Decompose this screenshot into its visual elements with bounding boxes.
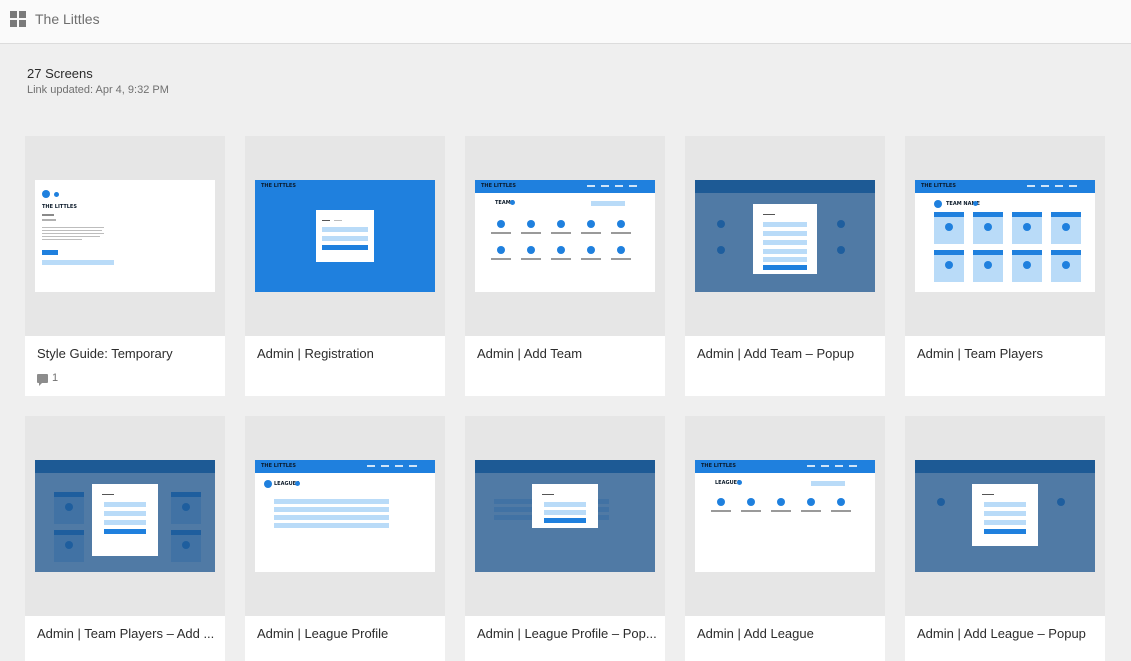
- screen-card-add-team-popup[interactable]: Admin | Add Team – Popup: [685, 136, 885, 396]
- link-updated-text: Link updated: Apr 4, 9:32 PM: [27, 84, 169, 96]
- screen-thumbnail: [475, 460, 655, 572]
- screen-title: Admin | Team Players – Add ...: [37, 626, 215, 641]
- screen-title: Style Guide: Temporary: [37, 346, 173, 361]
- comment-count-value: 1: [52, 372, 59, 384]
- screen-title: Admin | League Profile: [257, 626, 389, 641]
- screen-thumbnail: THE LITTLES: [255, 180, 435, 292]
- screen-card-registration[interactable]: THE LITTLES Admin | Registration: [245, 136, 445, 396]
- screen-title: Admin | Add League: [697, 626, 814, 641]
- screen-title: Admin | Add League – Popup: [917, 626, 1086, 641]
- screen-thumbnail: THE LITTLES LEAGUES: [695, 460, 875, 572]
- top-bar: The Littles: [0, 0, 1131, 44]
- screen-thumbnail: [35, 460, 215, 572]
- screen-card-league-profile-popup[interactable]: Admin | League Profile – Pop...: [465, 416, 665, 661]
- screen-card-style-guide[interactable]: THE LITTLES Style Guide: Temporary 1: [25, 136, 225, 396]
- screen-card-add-league-popup[interactable]: Admin | Add League – Popup: [905, 416, 1105, 661]
- comment-count[interactable]: 1: [37, 372, 59, 386]
- screen-title: Admin | Add Team: [477, 346, 583, 361]
- screen-title: Admin | Add Team – Popup: [697, 346, 855, 361]
- screen-card-league-profile[interactable]: THE LITTLES LEAGUES Admin | League Profi…: [245, 416, 445, 661]
- project-title: The Littles: [35, 11, 100, 27]
- screen-thumbnail: [695, 180, 875, 292]
- screens-count: 27 Screens: [27, 66, 93, 81]
- comment-icon: [37, 373, 48, 386]
- screen-thumbnail: THE LITTLES: [35, 180, 215, 292]
- screen-card-add-league[interactable]: THE LITTLES LEAGUES Admin | Add League: [685, 416, 885, 661]
- screen-thumbnail: THE LITTLES TEAMS: [475, 180, 655, 292]
- screen-title: Admin | League Profile – Pop...: [477, 626, 657, 641]
- screen-card-team-players[interactable]: THE LITTLES TEAM NAME Admin | Team Playe…: [905, 136, 1105, 396]
- screen-thumbnail: THE LITTLES TEAM NAME: [915, 180, 1095, 292]
- screen-title: Admin | Team Players: [917, 346, 1043, 361]
- screen-thumbnail: [915, 460, 1095, 572]
- screen-title: Admin | Registration: [257, 346, 374, 361]
- screen-card-add-team[interactable]: THE LITTLES TEAMS Admin | Add Team: [465, 136, 665, 396]
- grid-view-icon[interactable]: [10, 11, 26, 27]
- screen-card-team-players-add[interactable]: Admin | Team Players – Add ...: [25, 416, 225, 661]
- screen-thumbnail: THE LITTLES LEAGUES: [255, 460, 435, 572]
